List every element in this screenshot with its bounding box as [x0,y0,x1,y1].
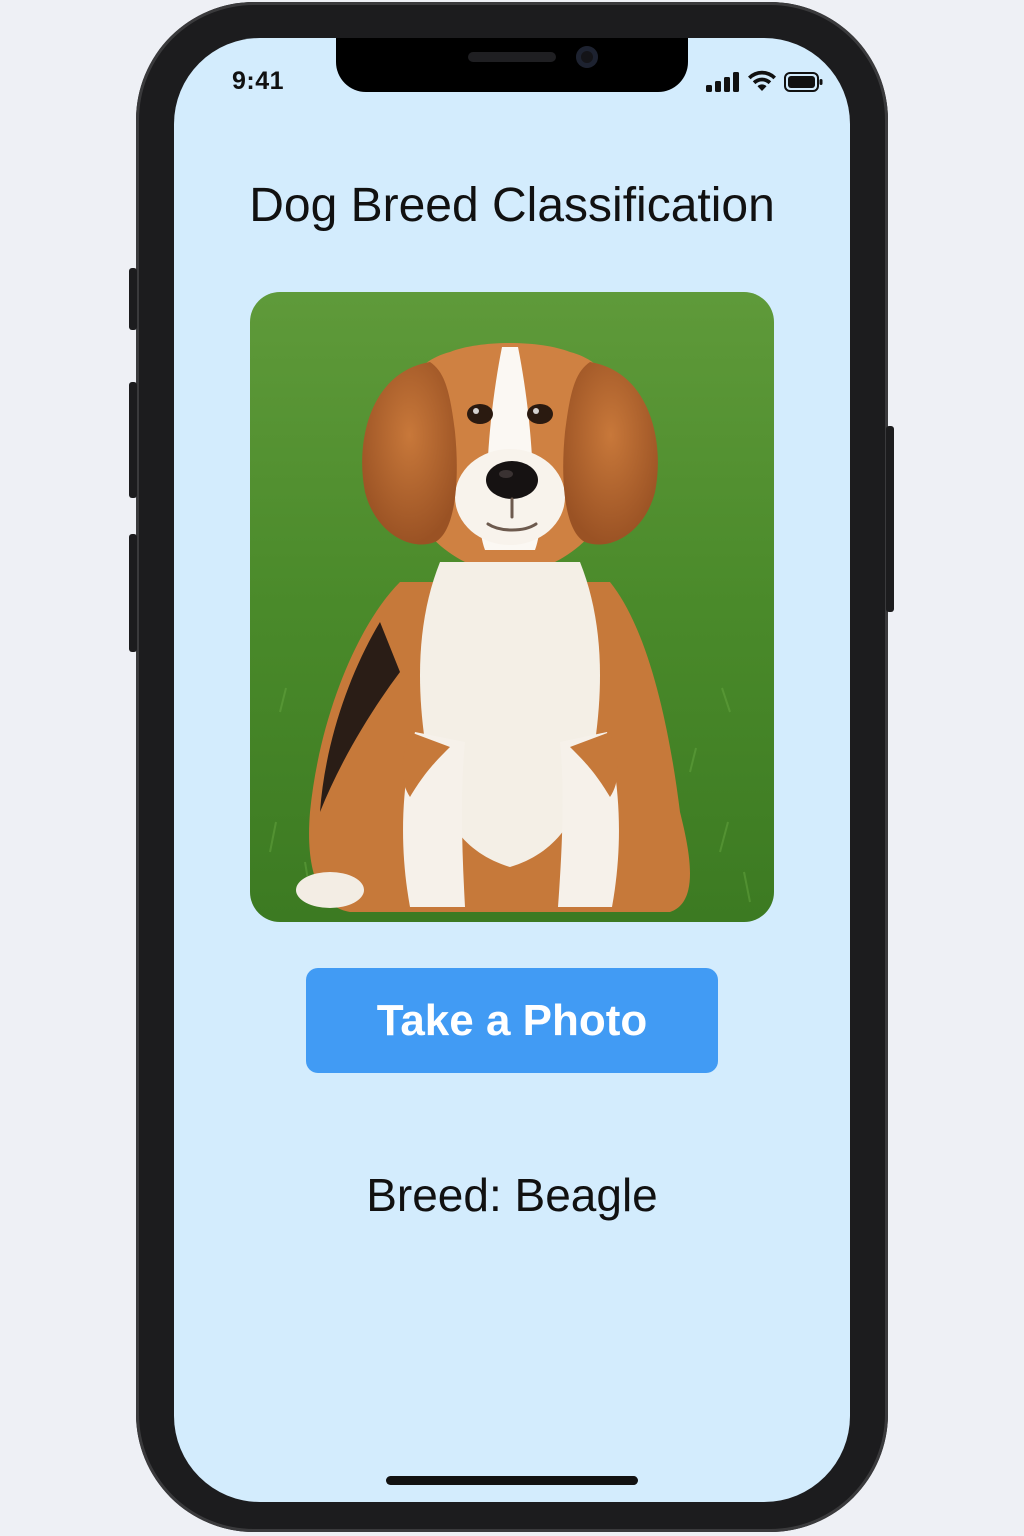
front-camera-icon [576,46,598,68]
volume-up-button [129,382,137,498]
status-icons [706,70,824,97]
dog-photo [250,292,774,922]
breed-result: Breed: Beagle [366,1169,658,1221]
page-title: Dog Breed Classification [249,179,775,232]
battery-icon [784,72,824,97]
volume-down-button [129,534,137,652]
home-indicator[interactable] [386,1476,638,1485]
app-screen: 9:41 Dog Breed Classification Take a Pho… [174,38,850,1502]
power-button [886,426,894,612]
speaker-grille [468,52,556,62]
silent-switch [129,268,137,330]
notch [336,38,688,92]
cellular-signal-icon [706,72,740,97]
wifi-icon [748,70,776,97]
take-photo-button[interactable]: Take a Photo [306,968,718,1073]
status-time: 9:41 [232,67,285,95]
